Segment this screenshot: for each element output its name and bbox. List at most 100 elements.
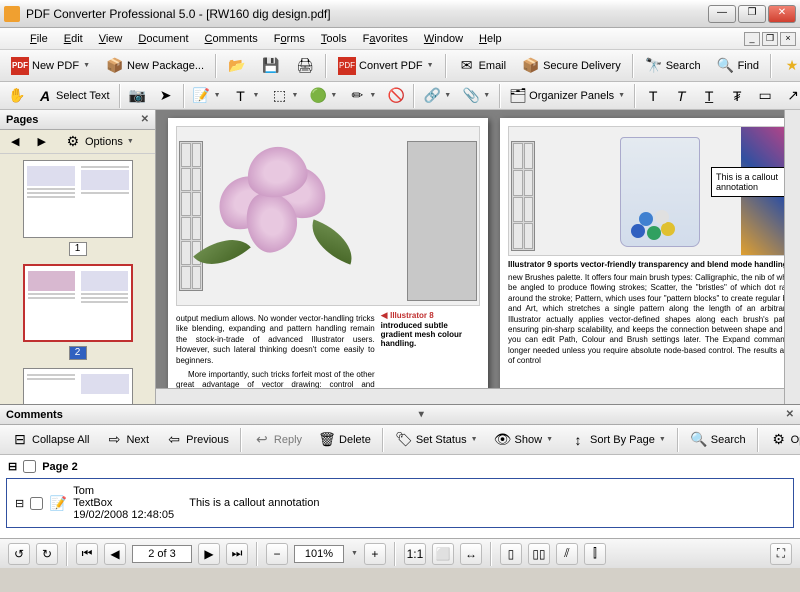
select-text-tool[interactable]: ASelect Text <box>32 85 115 107</box>
facing-button[interactable]: ⫽ <box>556 543 578 565</box>
favorites-button[interactable]: ★Favorites▼ <box>776 53 800 79</box>
signature-tool[interactable]: 🚫 <box>383 85 409 107</box>
prev-comment-button[interactable]: ⇦Previous <box>158 427 236 453</box>
menu-file[interactable]: File <box>22 31 56 47</box>
fit-page-button[interactable]: ⬜ <box>432 543 454 565</box>
sort-button[interactable]: ↕Sort By Page▼ <box>562 427 673 453</box>
actual-size-button[interactable]: 1:1 <box>404 543 426 565</box>
zoom-out-button[interactable]: − <box>266 543 288 565</box>
thumbnail-3[interactable] <box>23 368 133 404</box>
minimize-button[interactable]: — <box>708 5 736 23</box>
collapse-toggle[interactable]: ⊟ <box>15 497 24 510</box>
menu-document[interactable]: Document <box>130 31 196 47</box>
package-icon: 📦 <box>106 57 124 75</box>
first-page-button[interactable]: ⏮ <box>76 543 98 565</box>
collapse-all-button[interactable]: ⊟Collapse All <box>4 427 96 453</box>
form-tool-4[interactable]: ₮ <box>724 85 750 107</box>
comment-item[interactable]: ⊟ 📝 Tom TextBox 19/02/2008 12:48:05 This… <box>6 478 794 528</box>
comment-page-checkbox[interactable] <box>23 460 36 473</box>
thumbnail-2[interactable]: 2 <box>23 264 133 360</box>
new-pdf-button[interactable]: PDFNew PDF▼ <box>4 53 97 79</box>
single-page-button[interactable]: ▯ <box>500 543 522 565</box>
menu-comments[interactable]: Comments <box>197 31 266 47</box>
crop-tool[interactable]: ⬚▼ <box>266 85 303 107</box>
pages-nav-prev[interactable]: ◀ <box>4 131 26 152</box>
form-tool-3[interactable]: T̲ <box>696 85 722 107</box>
menu-forms[interactable]: Forms <box>266 31 313 47</box>
comments-panel-expand[interactable]: ▾ <box>419 409 424 420</box>
pages-options-button[interactable]: ⚙Options▼ <box>57 129 141 155</box>
horizontal-scrollbar[interactable] <box>156 388 784 404</box>
document-view[interactable]: output medium allows. No wonder vector-h… <box>156 110 800 404</box>
fit-width-button[interactable]: ↔ <box>460 543 482 565</box>
zoom-in-button[interactable]: + <box>364 543 386 565</box>
zoom-dropdown[interactable]: ▼ <box>351 550 358 557</box>
last-page-button[interactable]: ⏭ <box>226 543 248 565</box>
menu-window[interactable]: Window <box>416 31 471 47</box>
comments-options-button[interactable]: ⚙Options▼ <box>763 427 800 453</box>
mdi-minimize[interactable]: _ <box>744 32 760 46</box>
page-number-input[interactable] <box>132 545 192 563</box>
pages-nav-next[interactable]: ▶ <box>30 131 52 152</box>
stamp-tool[interactable]: 🟢▼ <box>305 85 342 107</box>
find-button[interactable]: 🔍Find <box>710 53 766 79</box>
menu-edit[interactable]: Edit <box>56 31 91 47</box>
continuous-facing-button[interactable]: ⫿ <box>584 543 606 565</box>
form-tool-1[interactable]: T <box>640 85 666 107</box>
collapse-toggle[interactable]: ⊟ <box>8 460 17 473</box>
highlight-tool[interactable]: ✏▼ <box>344 85 381 107</box>
hand-tool[interactable]: ✋ <box>4 85 30 107</box>
clip-tool[interactable]: 📎▼ <box>458 85 495 107</box>
panels-icon: 🗂 <box>510 88 526 104</box>
email-button[interactable]: ✉Email <box>451 53 514 79</box>
comments-search-button[interactable]: 🔍Search <box>683 427 753 453</box>
open-button[interactable]: 📂 <box>221 53 253 79</box>
cursor-icon: ➤ <box>158 88 174 104</box>
select-tool[interactable]: ➤ <box>153 85 179 107</box>
convert-pdf-button[interactable]: PDFConvert PDF▼ <box>331 53 441 79</box>
link-tool[interactable]: 🔗▼ <box>419 85 456 107</box>
note-tool[interactable]: 📝▼ <box>189 85 226 107</box>
search-button[interactable]: 🔭Search <box>638 53 708 79</box>
zoom-input[interactable] <box>294 545 344 563</box>
mdi-close[interactable]: × <box>780 32 796 46</box>
form-tool-6[interactable]: ↗ <box>780 85 800 107</box>
text-select-icon: A <box>37 88 53 104</box>
comments-panel-close[interactable]: ✕ <box>786 409 794 420</box>
set-status-button[interactable]: 🏷Set Status▼ <box>388 427 485 453</box>
pages-panel-close[interactable]: ✕ <box>141 114 149 125</box>
new-package-button[interactable]: 📦New Package... <box>99 53 211 79</box>
organizer-panels-button[interactable]: 🗂Organizer Panels▼ <box>505 85 630 107</box>
next-page-button[interactable]: ▶ <box>198 543 220 565</box>
fullscreen-button[interactable]: ⛶ <box>770 543 792 565</box>
vertical-scrollbar[interactable] <box>784 110 800 404</box>
next-icon: ⇨ <box>105 431 123 449</box>
secure-delivery-button[interactable]: 📦Secure Delivery <box>515 53 628 79</box>
rotate-ccw-button[interactable]: ↺ <box>8 543 30 565</box>
thumbnail-1[interactable]: 1 <box>23 160 133 256</box>
maximize-button[interactable]: ❐ <box>738 5 766 23</box>
form-tool-2[interactable]: T <box>668 85 694 107</box>
comment-checkbox[interactable] <box>30 497 43 510</box>
print-button[interactable]: 🖨 <box>289 53 321 79</box>
reply-button[interactable]: ↩Reply <box>246 427 309 453</box>
continuous-button[interactable]: ▯▯ <box>528 543 550 565</box>
form-tool-5[interactable]: ▭ <box>752 85 778 107</box>
mdi-restore[interactable]: ❐ <box>762 32 778 46</box>
delete-button[interactable]: 🗑Delete <box>311 427 378 453</box>
menu-view[interactable]: View <box>91 31 131 47</box>
prev-page-button[interactable]: ◀ <box>104 543 126 565</box>
menu-favorites[interactable]: Favorites <box>355 31 416 47</box>
close-button[interactable]: ✕ <box>768 5 796 23</box>
next-comment-button[interactable]: ⇨Next <box>98 427 156 453</box>
show-button[interactable]: 👁Show▼ <box>487 427 560 453</box>
comment-page-row[interactable]: ⊟ Page 2 <box>2 457 798 476</box>
snapshot-tool[interactable]: 📷 <box>125 85 151 107</box>
text-tool[interactable]: T▼ <box>228 85 265 107</box>
menu-tools[interactable]: Tools <box>313 31 355 47</box>
menu-help[interactable]: Help <box>471 31 510 47</box>
comment-text: This is a callout annotation <box>189 497 319 509</box>
rotate-cw-button[interactable]: ↻ <box>36 543 58 565</box>
trash-icon: 🗑 <box>318 431 336 449</box>
save-button[interactable]: 💾 <box>255 53 287 79</box>
